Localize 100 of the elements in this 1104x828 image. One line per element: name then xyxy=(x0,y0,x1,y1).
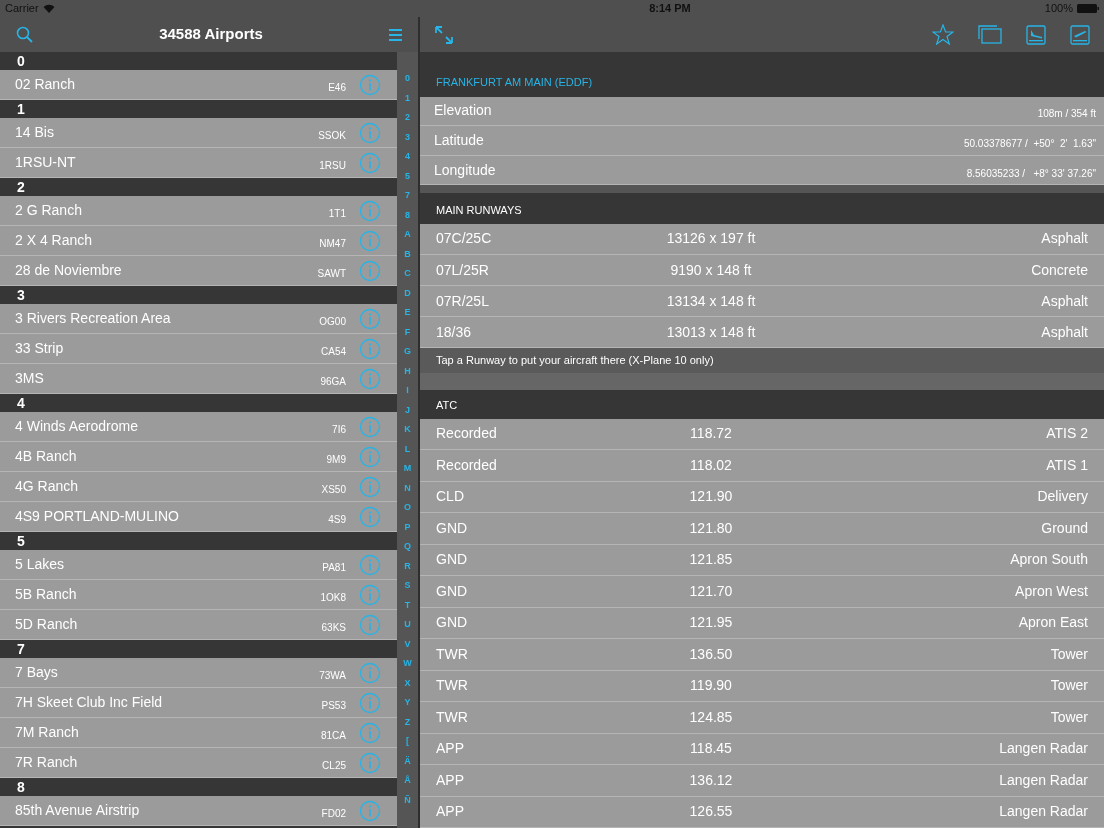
airport-row[interactable]: 2 G Ranch 1T1 xyxy=(0,196,397,226)
index-letter[interactable]: H xyxy=(404,364,411,384)
info-icon[interactable] xyxy=(359,661,381,684)
airport-row[interactable]: 1RSU-NT 1RSU xyxy=(0,148,397,178)
atc-frequency: 124.85 xyxy=(688,707,734,727)
info-icon[interactable] xyxy=(359,613,381,636)
info-icon[interactable] xyxy=(359,307,381,330)
runway-row[interactable]: 07L/25R 9190 x 148 ft Concrete xyxy=(420,255,1104,287)
airport-row[interactable]: 28 de Noviembre SAWT xyxy=(0,256,397,286)
info-icon[interactable] xyxy=(359,553,381,576)
airport-row[interactable]: 5D Ranch 63KS xyxy=(0,610,397,640)
index-letter[interactable]: K xyxy=(404,423,411,443)
airport-row[interactable]: 4G Ranch XS50 xyxy=(0,472,397,502)
info-icon[interactable] xyxy=(359,691,381,714)
info-icon[interactable] xyxy=(359,199,381,222)
index-letter[interactable]: Å xyxy=(404,774,411,794)
airport-row[interactable]: 4B Ranch 9M9 xyxy=(0,442,397,472)
info-icon[interactable] xyxy=(359,367,381,390)
index-letter[interactable]: Z xyxy=(404,715,411,735)
index-letter[interactable]: C xyxy=(404,267,411,287)
index-letter[interactable]: 2 xyxy=(405,111,410,131)
airport-code: PA81 xyxy=(322,561,346,575)
airport-code: 7I6 xyxy=(332,423,346,437)
airport-row[interactable]: 3 Rivers Recreation Area OG00 xyxy=(0,304,397,334)
index-letter[interactable]: 0 xyxy=(405,72,410,92)
atc-name: ATIS 1 xyxy=(1045,455,1088,475)
star-icon[interactable] xyxy=(932,24,954,45)
index-letter[interactable]: B xyxy=(404,247,411,267)
info-icon[interactable] xyxy=(359,229,381,252)
info-icon[interactable] xyxy=(359,475,381,498)
airport-row[interactable]: 4 Winds Aerodrome 7I6 xyxy=(0,412,397,442)
index-letter[interactable]: M xyxy=(403,462,412,482)
index-letter[interactable]: N xyxy=(404,481,411,501)
index-letter[interactable]: D xyxy=(404,286,411,306)
index-letter[interactable]: O xyxy=(404,501,411,521)
index-letter[interactable]: L xyxy=(404,442,411,462)
airport-row[interactable]: 2 X 4 Ranch NM47 xyxy=(0,226,397,256)
index-letter[interactable]: F xyxy=(404,325,411,345)
index-letter[interactable]: 1 xyxy=(405,91,410,111)
airport-row[interactable]: 7R Ranch CL25 xyxy=(0,748,397,778)
airport-row[interactable]: 7H Skeet Club Inc Field PS53 xyxy=(0,688,397,718)
info-icon[interactable] xyxy=(359,259,381,282)
runway-row[interactable]: 07R/25L 13134 x 148 ft Asphalt xyxy=(420,286,1104,318)
index-letter[interactable]: U xyxy=(404,618,411,638)
index-letter[interactable]: G xyxy=(404,345,411,365)
airport-row[interactable]: 3MS 96GA xyxy=(0,364,397,394)
index-letter[interactable]: 3 xyxy=(405,130,410,150)
info-icon[interactable] xyxy=(359,121,381,144)
info-icon[interactable] xyxy=(359,445,381,468)
info-value: 50.03378677 / +50° 2' 1.63" xyxy=(963,136,1096,151)
expand-icon[interactable] xyxy=(434,24,454,45)
index-letter[interactable]: X xyxy=(404,676,411,696)
menu-icon[interactable] xyxy=(389,28,402,41)
airport-row[interactable]: 85th Avenue Airstrip FD02 xyxy=(0,796,397,826)
airport-row[interactable]: 4S9 PORTLAND-MULINO 4S9 xyxy=(0,502,397,532)
airport-row[interactable]: 7 Bays 73WA xyxy=(0,658,397,688)
carrier-label: Carrier xyxy=(5,1,39,17)
runway-size: 9190 x 148 ft xyxy=(669,260,753,280)
runway-row[interactable]: 07C/25C 13126 x 197 ft Asphalt xyxy=(420,223,1104,256)
info-icon[interactable] xyxy=(359,415,381,438)
airport-code: E46 xyxy=(328,81,346,95)
index-letter[interactable]: P xyxy=(404,520,411,540)
info-icon[interactable] xyxy=(359,151,381,174)
search-icon[interactable] xyxy=(16,26,33,43)
info-icon[interactable] xyxy=(359,337,381,360)
index-letter[interactable]: Y xyxy=(404,696,411,716)
index-letter[interactable]: A xyxy=(404,228,411,248)
airport-row[interactable]: 5 Lakes PA81 xyxy=(0,550,397,580)
index-letter[interactable]: T xyxy=(404,598,411,618)
index-letter[interactable]: I xyxy=(406,384,409,404)
index-letter[interactable]: E xyxy=(404,306,411,326)
airport-row[interactable]: 5B Ranch 1OK8 xyxy=(0,580,397,610)
airport-code: OG00 xyxy=(319,315,346,329)
info-icon[interactable] xyxy=(359,505,381,528)
info-icon[interactable] xyxy=(359,583,381,606)
index-letter[interactable]: Ä xyxy=(404,754,411,774)
index-letter[interactable]: [ xyxy=(406,735,409,755)
index-letter[interactable]: 5 xyxy=(405,169,410,189)
airport-row[interactable]: 14 Bis SSOK xyxy=(0,118,397,148)
section-header: 0 xyxy=(0,52,397,70)
index-letter[interactable]: S xyxy=(404,579,411,599)
airport-row[interactable]: 02 Ranch E46 xyxy=(0,70,397,100)
info-icon[interactable] xyxy=(359,799,381,822)
index-letter[interactable]: W xyxy=(403,657,412,677)
airport-code: CA54 xyxy=(321,345,346,359)
index-letter[interactable]: Q xyxy=(404,540,411,560)
info-icon[interactable] xyxy=(359,721,381,744)
info-icon[interactable] xyxy=(359,751,381,774)
index-letter[interactable]: 4 xyxy=(405,150,410,170)
runway-row[interactable]: 18/36 13013 x 148 ft Asphalt xyxy=(420,317,1104,349)
index-letter[interactable]: R xyxy=(404,559,411,579)
index-letter[interactable]: 8 xyxy=(405,208,410,228)
index-letter[interactable]: J xyxy=(405,403,410,423)
airport-row[interactable]: 33 Strip CA54 xyxy=(0,334,397,364)
info-icon[interactable] xyxy=(359,73,381,96)
index-letter[interactable]: 7 xyxy=(405,189,410,209)
airport-row[interactable]: 7M Ranch 81CA xyxy=(0,718,397,748)
windows-icon[interactable] xyxy=(978,25,1002,44)
index-letter[interactable]: Ñ xyxy=(404,793,411,813)
index-letter[interactable]: V xyxy=(404,637,411,657)
